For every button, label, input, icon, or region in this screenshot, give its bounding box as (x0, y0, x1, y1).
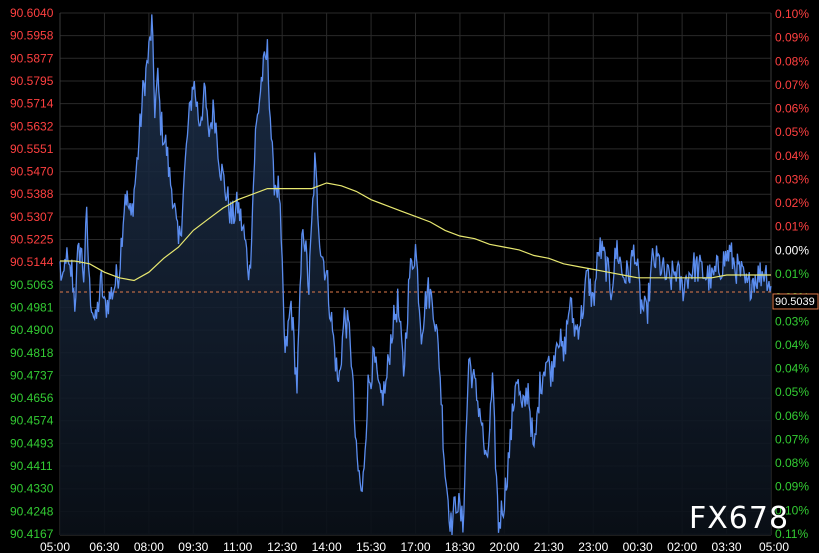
y-tick-label-left: 90.4818 (10, 346, 54, 360)
y-tick-label-left: 90.4411 (10, 459, 53, 473)
y-tick-label-left: 90.4167 (10, 527, 54, 541)
y-tick-label-left: 90.5388 (10, 187, 54, 201)
y-tick-label-left: 90.4330 (10, 482, 54, 496)
x-tick-label: 05:00 (759, 540, 789, 553)
right-y-axis: 0.10% 0.09% 0.08% 0.07% 0.06% 0.05% 0.04% 0.03%… (775, 7, 809, 541)
y-tick-label-right: 0.04% (775, 362, 809, 376)
x-tick-label: 06:30 (89, 540, 119, 553)
x-tick-label: 05:00 (40, 540, 70, 553)
y-tick-label-left: 90.6040 (10, 6, 54, 20)
x-tick-label: 09:30 (178, 540, 208, 553)
y-tick-label-left: 90.5714 (10, 97, 54, 111)
y-tick-label-left: 90.4574 (10, 414, 54, 428)
y-tick-label-right: 0.09% (775, 31, 809, 45)
x-tick-label: 08:00 (134, 540, 164, 553)
y-tick-label-right: 0.08% (775, 54, 809, 68)
x-tick-label: 15:30 (356, 540, 386, 553)
y-tick-label-left: 90.4248 (10, 504, 54, 518)
chart: 90.6040 90.5958 90.5877 90.5795 90.5714 90.56… (0, 0, 819, 553)
x-tick-label: 20:00 (489, 540, 519, 553)
y-tick-label-left: 90.5958 (10, 29, 54, 43)
y-tick-label-left: 90.5551 (10, 142, 54, 156)
chart-svg: 90.6040 90.5958 90.5877 90.5795 90.5714 90.56… (10, 6, 819, 553)
y-tick-label-left: 90.4737 (10, 368, 54, 382)
x-tick-label: 17:00 (400, 540, 430, 553)
y-tick-label-right: 0.01% (775, 220, 809, 234)
y-tick-label-right: 0.06% (775, 102, 809, 116)
watermark-logo: FX678 (689, 501, 789, 536)
x-tick-label: 12:30 (267, 540, 297, 553)
y-tick-label-right: 0.02% (775, 196, 809, 210)
y-tick-label-left: 90.4981 (10, 300, 54, 314)
y-tick-label-right: 0.04% (775, 149, 809, 163)
y-tick-label-right: 0.04% (775, 338, 809, 352)
x-tick-label: 02:00 (667, 540, 697, 553)
left-y-axis: 90.6040 90.5958 90.5877 90.5795 90.5714 90.56… (10, 6, 54, 541)
y-tick-label-right: 0.07% (775, 432, 809, 446)
y-tick-label-right: 0.00% (775, 243, 809, 257)
y-tick-label-right: 0.01% (775, 267, 809, 281)
x-tick-label: 03:30 (712, 540, 742, 553)
y-tick-label-left: 90.5144 (10, 255, 54, 269)
y-tick-label-right: 0.03% (775, 314, 809, 328)
x-tick-label: 14:00 (312, 540, 342, 553)
y-tick-label-left: 90.4493 (10, 436, 54, 450)
y-tick-label-right: 0.05% (775, 385, 809, 399)
x-tick-label: 21:30 (534, 540, 564, 553)
current-price-label: 90.5039 (775, 296, 815, 308)
x-tick-label: 23:00 (578, 540, 608, 553)
y-tick-label-right: 0.09% (775, 480, 809, 494)
y-tick-label-right: 0.06% (775, 409, 809, 423)
y-tick-label-right: 0.03% (775, 172, 809, 186)
y-tick-label-left: 90.5877 (10, 51, 54, 65)
x-tick-label: 18:30 (445, 540, 475, 553)
y-tick-label-left: 90.4900 (10, 323, 54, 337)
y-tick-label-right: 0.08% (775, 456, 809, 470)
x-tick-label: 11:00 (223, 540, 252, 553)
y-tick-label-left: 90.5795 (10, 74, 54, 88)
y-tick-label-left: 90.5063 (10, 278, 54, 292)
y-tick-label-left: 90.5307 (10, 210, 54, 224)
y-tick-label-left: 90.5470 (10, 165, 54, 179)
y-tick-label-left: 90.4656 (10, 391, 54, 405)
y-tick-label-right: 0.10% (775, 7, 809, 21)
x-axis: 05:00 06:30 08:00 09:30 11:00 12:30 14:00 15:30… (40, 540, 789, 553)
y-tick-label-right: 0.05% (775, 125, 809, 139)
y-tick-label-left: 90.5632 (10, 119, 54, 133)
x-tick-label: 00:30 (623, 540, 653, 553)
y-tick-label-left: 90.5225 (10, 233, 54, 247)
y-tick-label-right: 0.07% (775, 78, 809, 92)
